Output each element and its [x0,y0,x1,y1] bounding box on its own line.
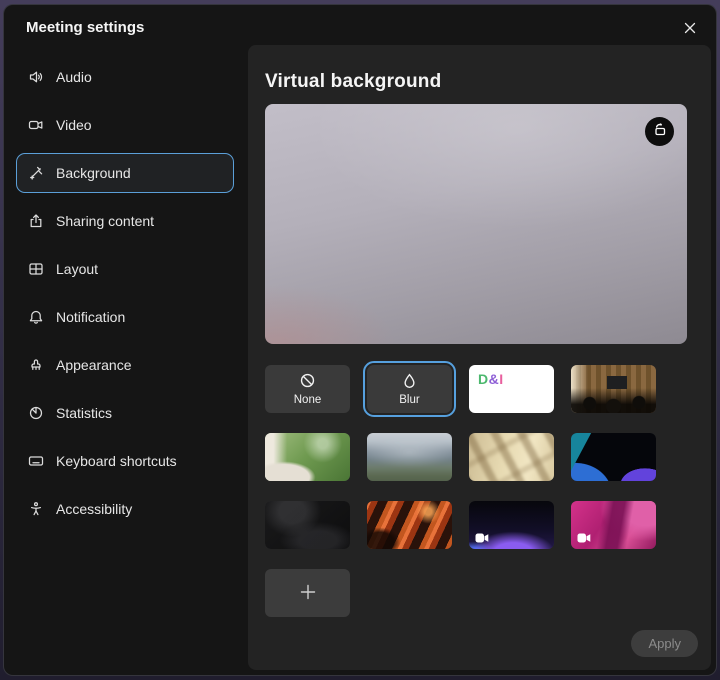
background-thumbnail-grid: None Blur D&I [265,365,686,549]
blurred-mountains-image [367,433,452,481]
pie-chart-icon [27,404,45,422]
sidebar-item-statistics[interactable]: Statistics [16,393,234,433]
add-background-button[interactable] [265,569,350,617]
flip-camera-button[interactable] [645,117,674,146]
close-button[interactable] [678,17,702,41]
lava-texture-image [367,501,452,549]
porch-garden-image [265,433,350,481]
sidebar-item-video[interactable]: Video [16,105,234,145]
video-camera-badge-icon [577,533,591,543]
plus-icon [297,581,319,606]
blue-abstract-image [571,433,656,481]
settings-sidebar: Audio Video Background Sharing content L [16,57,234,537]
dark-swirl-image [265,501,350,549]
background-thumbnail-blurred-mountains[interactable] [367,433,452,481]
sidebar-item-label: Accessibility [56,501,132,517]
sidebar-item-label: Appearance [56,357,132,373]
sidebar-item-label: Sharing content [56,213,154,229]
background-thumbnail-dark-swirl[interactable] [265,501,350,549]
sidebar-item-audio[interactable]: Audio [16,57,234,97]
option-label: None [294,394,322,406]
close-icon [682,20,698,39]
water-drop-icon [401,372,418,392]
brush-icon [27,356,45,374]
video-camera-badge-icon [475,533,489,543]
dni-logo-text: D&I [478,371,504,387]
sidebar-item-label: Keyboard shortcuts [56,453,177,469]
magic-wand-icon [27,164,45,182]
background-option-none[interactable]: None [265,365,350,413]
sidebar-item-label: Statistics [56,405,112,421]
share-icon [27,212,45,230]
accessibility-icon [27,500,45,518]
office-interior-image [571,365,656,413]
camera-preview [265,104,687,344]
background-thumbnail-office-interior[interactable] [571,365,656,413]
bell-icon [27,308,45,326]
background-thumbnail-dni-logo[interactable]: D&I [469,365,554,413]
keyboard-icon [27,452,45,470]
flip-camera-icon [651,121,669,142]
sidebar-item-keyboard-shortcuts[interactable]: Keyboard shortcuts [16,441,234,481]
sidebar-item-label: Notification [56,309,125,325]
background-option-blur[interactable]: Blur [367,365,452,413]
speaker-icon [27,68,45,86]
window-light-image [469,433,554,481]
prohibition-icon [299,372,316,392]
background-thumbnail-pink-waves-video[interactable] [571,501,656,549]
sidebar-item-accessibility[interactable]: Accessibility [16,489,234,529]
sidebar-item-label: Audio [56,69,92,85]
sidebar-item-notification[interactable]: Notification [16,297,234,337]
background-thumbnail-purple-gradient-video[interactable] [469,501,554,549]
sidebar-item-label: Layout [56,261,98,277]
sidebar-item-label: Background [56,165,131,181]
apply-button[interactable]: Apply [631,630,698,657]
sidebar-item-sharing-content[interactable]: Sharing content [16,201,234,241]
background-thumbnail-porch-garden[interactable] [265,433,350,481]
dialog-title: Meeting settings [26,19,144,36]
sidebar-item-layout[interactable]: Layout [16,249,234,289]
sidebar-item-label: Video [56,117,92,133]
layout-grid-icon [27,260,45,278]
sidebar-item-appearance[interactable]: Appearance [16,345,234,385]
meeting-settings-dialog: Meeting settings Audio Video Background [3,4,717,676]
background-thumbnail-window-light[interactable] [469,433,554,481]
video-camera-icon [27,116,45,134]
panel-heading: Virtual background [265,71,686,93]
virtual-background-panel: Virtual background None Blur [248,45,711,670]
option-label: Blur [399,394,419,406]
background-thumbnail-blue-abstract[interactable] [571,433,656,481]
sidebar-item-background[interactable]: Background [16,153,234,193]
background-thumbnail-lava-texture[interactable] [367,501,452,549]
